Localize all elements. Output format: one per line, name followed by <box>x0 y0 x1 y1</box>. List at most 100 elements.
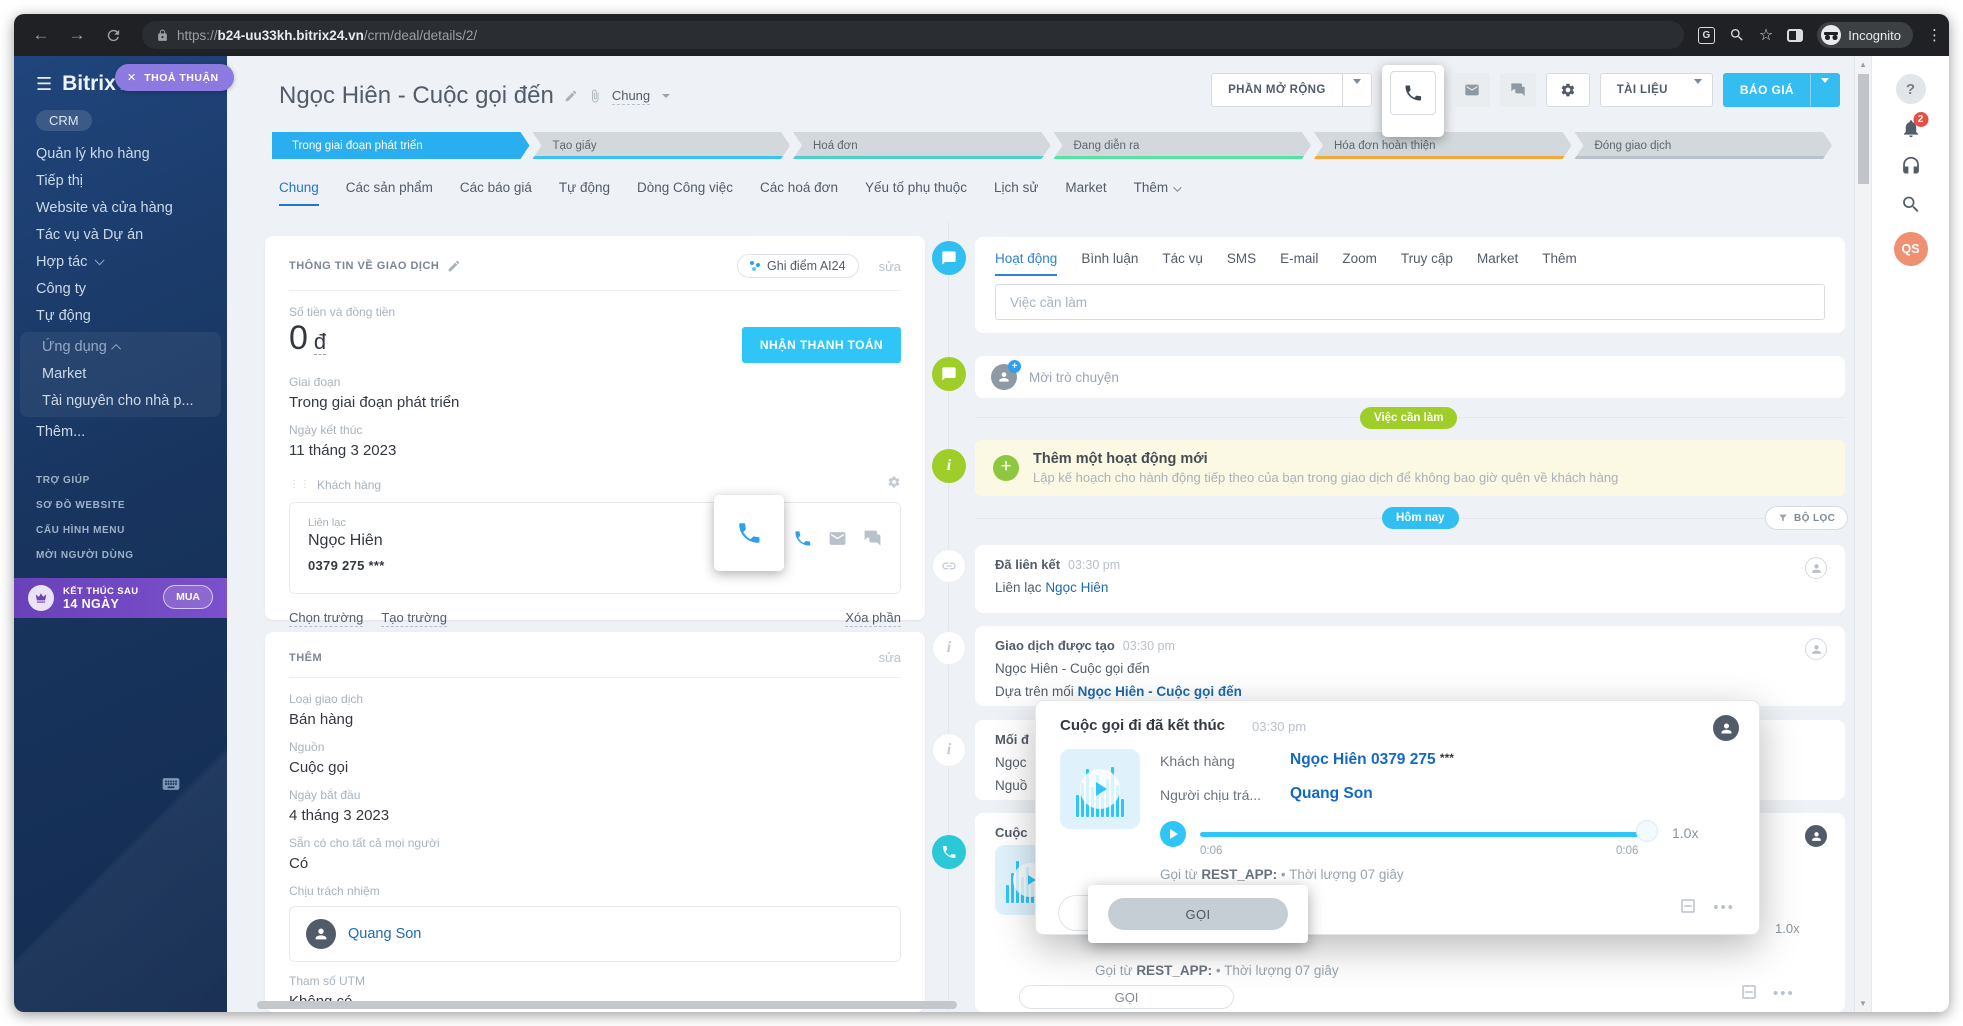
scrollbar-thumb[interactable] <box>1858 74 1869 184</box>
sidebar-item-market[interactable]: Market <box>20 361 221 388</box>
responsible-value[interactable]: Quang Son <box>1290 785 1373 803</box>
sidebar-item-tasks[interactable]: Tác vụ và Dự án <box>14 222 227 249</box>
crm-badge[interactable]: CRM <box>36 110 92 131</box>
sidebar-item-marketing[interactable]: Tiếp thị <box>14 168 227 195</box>
select-field-link[interactable]: Chọn trường <box>289 610 364 627</box>
customer-settings-gear-icon[interactable] <box>887 475 901 494</box>
call-recording-thumbnail[interactable] <box>1060 749 1140 829</box>
keyboard-icon[interactable] <box>161 774 181 799</box>
tab-history[interactable]: Lịch sử <box>994 180 1038 206</box>
stage-in-progress[interactable]: Trong giai đoạn phát triển <box>272 132 530 159</box>
address-bar[interactable]: https://b24-uu33kh.bitrix24.vn/crm/deal/… <box>142 21 1684 49</box>
stage-value[interactable]: Trong giai đoạn phát triển <box>289 394 901 411</box>
hamburger-menu-icon[interactable]: ☰ <box>36 74 52 95</box>
sidebar-item-inventory[interactable]: Quản lý kho hàng <box>14 141 227 168</box>
scroll-up-arrow[interactable]: ▲ <box>1855 60 1871 69</box>
buy-button[interactable]: MUA <box>163 585 213 609</box>
note-icon[interactable] <box>1740 983 1758 1006</box>
pipeline-selector[interactable]: Chung <box>611 88 651 105</box>
tab-more[interactable]: Thêm <box>1134 180 1182 206</box>
source-value[interactable]: Cuộc gọi <box>289 759 901 776</box>
note-icon[interactable] <box>1679 897 1697 920</box>
sidebar-help-link[interactable]: TRỢ GIÚP <box>14 468 227 493</box>
help-button[interactable]: ? <box>1895 74 1926 104</box>
timeline-entry-linked[interactable]: Đã liên kết 03:30 pm Liên lạc Ngọc Hiên <box>975 545 1845 613</box>
activity-tab-comments[interactable]: Bình luận <box>1081 251 1138 276</box>
translate-icon[interactable]: G <box>1697 26 1715 44</box>
todo-input[interactable] <box>995 284 1825 320</box>
deal-link[interactable]: Ngọc Hiên - Cuộc gọi đến <box>1078 684 1242 699</box>
activity-tab-access[interactable]: Truy cập <box>1401 251 1453 276</box>
reload-button[interactable] <box>98 20 128 50</box>
tab-dependencies[interactable]: Yếu tố phụ thuộc <box>865 180 967 206</box>
activity-tab-zoom[interactable]: Zoom <box>1342 251 1377 276</box>
drag-handle-icon[interactable]: ⋮⋮ <box>289 479 311 490</box>
available-value[interactable]: Có <box>289 855 901 872</box>
sidebar-item-collaboration[interactable]: Hợp tác <box>14 249 227 276</box>
notifications-button[interactable]: 2 <box>1900 112 1928 139</box>
quote-button[interactable]: BÁO GIÁ <box>1722 73 1840 107</box>
chat-button[interactable] <box>1499 73 1536 107</box>
sidebar-item-websites[interactable]: Website và cửa hàng <box>14 195 227 222</box>
stage-create-docs[interactable]: Tạo giấy <box>533 132 791 159</box>
sidebar-item-more[interactable]: Thêm... <box>14 419 227 446</box>
forward-button[interactable]: → <box>62 20 92 50</box>
documents-button[interactable]: TÀI LIỆU <box>1599 73 1713 107</box>
search-button[interactable] <box>1900 194 1921 215</box>
tab-automation[interactable]: Tự động <box>559 180 610 206</box>
deal-slider-tab[interactable]: ✕ THOẢ THUẬN <box>115 64 234 91</box>
activity-tab-email[interactable]: E-mail <box>1280 251 1318 276</box>
end-date-value[interactable]: 11 tháng 3 2023 <box>289 442 901 459</box>
tab-products[interactable]: Các sản phẩm <box>346 180 433 206</box>
filter-button[interactable]: BỘ LỌC <box>1765 506 1849 530</box>
tab-general[interactable]: Chung <box>279 180 319 206</box>
edit-link[interactable]: sửa <box>879 259 901 274</box>
edit-link[interactable]: sửa <box>879 650 901 665</box>
phone-icon[interactable] <box>736 520 762 546</box>
side-panel-icon[interactable] <box>1787 28 1804 42</box>
edit-title-pencil-icon[interactable] <box>564 89 578 103</box>
contact-chat-icon[interactable] <box>863 529 882 548</box>
contact-email-icon[interactable] <box>828 529 847 548</box>
activity-tab-tasks[interactable]: Tác vụ <box>1162 251 1203 276</box>
call-back-button[interactable]: GỌI <box>1108 898 1288 930</box>
start-date-value[interactable]: 4 tháng 3 2023 <box>289 807 901 824</box>
audio-progress-knob[interactable] <box>1636 820 1658 842</box>
sidebar-invite-users-link[interactable]: MỜI NGƯỜI DÙNG <box>14 543 227 568</box>
play-button[interactable] <box>1160 821 1186 847</box>
activity-tab-activity[interactable]: Hoạt động <box>995 251 1058 276</box>
activity-tab-sms[interactable]: SMS <box>1227 251 1256 276</box>
extensions-button[interactable]: PHẦN MỞ RỘNG <box>1211 73 1372 107</box>
sidebar-configure-menu-link[interactable]: CẤU HÌNH MENU <box>14 518 227 543</box>
responsible-name-link[interactable]: Quang Son <box>348 926 421 942</box>
create-field-link[interactable]: Tạo trường <box>381 610 447 627</box>
tab-market[interactable]: Market <box>1065 180 1106 206</box>
edit-section-pencil-icon[interactable] <box>447 259 461 273</box>
playback-speed[interactable]: 1.0x <box>1775 921 1800 936</box>
activity-tab-more[interactable]: Thêm <box>1542 251 1577 276</box>
amount-value[interactable]: 0đ <box>289 319 327 358</box>
audio-progress-bar[interactable] <box>1200 832 1648 837</box>
settings-button[interactable] <box>1545 73 1590 107</box>
scroll-down-arrow[interactable]: ▼ <box>1855 999 1871 1008</box>
contact-phone[interactable]: 0379 275 *** <box>308 558 882 573</box>
invite-chat-row[interactable]: + Mời trò chuyện <box>975 356 1845 398</box>
sidebar-item-dev-resources[interactable]: Tài nguyên cho nhà p... <box>20 388 221 415</box>
delete-section-link[interactable]: Xóa phần <box>845 610 901 627</box>
zoom-icon[interactable] <box>1729 27 1745 43</box>
play-icon[interactable] <box>1080 769 1120 809</box>
playback-speed[interactable]: 1.0x <box>1672 825 1698 841</box>
tab-invoices[interactable]: Các hoá đơn <box>760 180 838 206</box>
trial-promo-banner[interactable]: KẾT THÚC SAU 14 NGÀY MUA <box>14 578 227 618</box>
contact-link[interactable]: Ngọc Hiên <box>1045 580 1108 595</box>
call-button[interactable] <box>1389 71 1436 115</box>
customer-value[interactable]: Ngọc Hiên 0379 275 *** <box>1290 751 1454 769</box>
user-avatar[interactable]: QS <box>1893 232 1928 266</box>
activity-tab-market[interactable]: Market <box>1477 251 1518 276</box>
receive-payment-button[interactable]: NHẬN THANH TOÁN <box>741 327 901 363</box>
call-back-button[interactable]: GỌI <box>1019 985 1234 1009</box>
deal-type-value[interactable]: Bán hàng <box>289 711 901 728</box>
ai-score-button[interactable]: Ghi điểm AI24 <box>737 254 859 278</box>
horizontal-scrollbar-thumb[interactable] <box>257 1001 957 1009</box>
sidebar-item-company[interactable]: Công ty <box>14 276 227 303</box>
